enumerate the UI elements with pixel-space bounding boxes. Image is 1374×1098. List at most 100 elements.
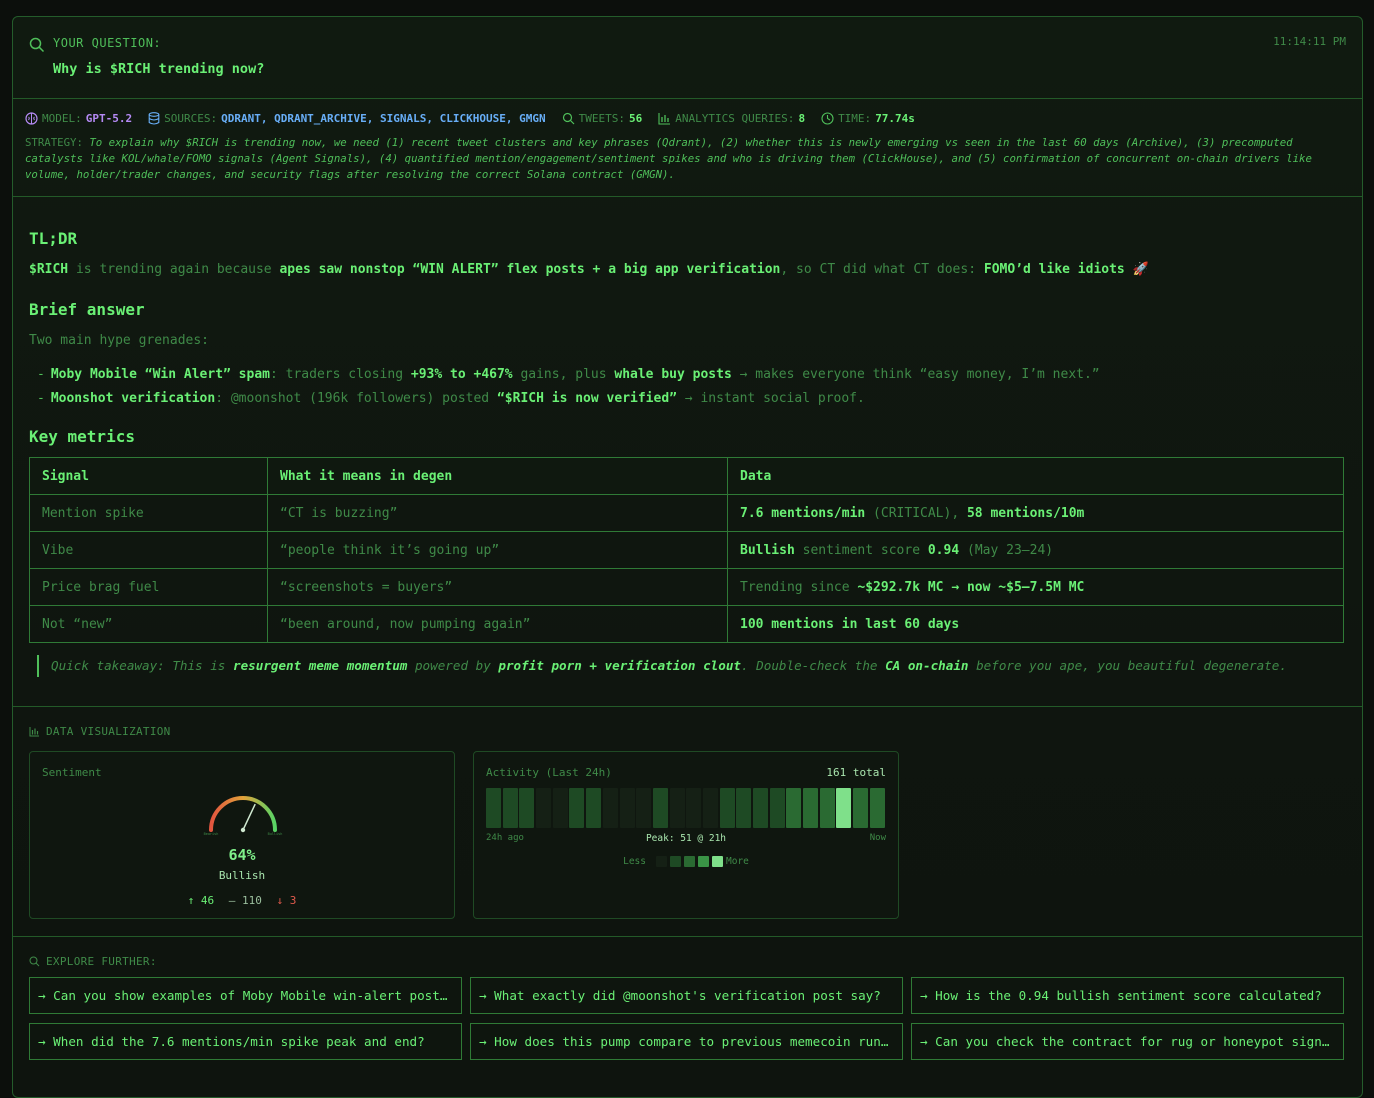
activity-hour-cell (853, 788, 869, 828)
activity-hour-cell (636, 788, 652, 828)
signal-cell: Mention spike (29, 494, 268, 532)
bullet-part: Moonshot verification (50, 391, 216, 406)
signal-cell: Price brag fuel (29, 568, 268, 606)
activity-total: 161 total (826, 766, 886, 779)
legend-less: Less (623, 856, 646, 867)
activity-hour-cell (836, 788, 852, 828)
table-row: Mention spike “CT is buzzing” 7.6 mentio… (29, 494, 1344, 532)
column-header: Signal (29, 457, 268, 495)
strategy-label: STRATEGY: (25, 136, 83, 149)
answer-panel: YOUR QUESTION: Why is $RICH trending now… (12, 16, 1363, 1098)
activity-hour-cell (586, 788, 602, 828)
brief-intro: Two main hype grenades: (29, 333, 210, 348)
bullish-count: ↑ 46 (187, 894, 215, 907)
bullet-part: Moby Mobile “Win Alert” spam (50, 367, 270, 382)
neutral-count: — 110 (228, 894, 262, 907)
sentiment-gauge: Bearish Bullish (204, 796, 283, 836)
data-part: 0.94 (927, 542, 960, 558)
table-row: Price brag fuel “screenshots = buyers” T… (29, 568, 1344, 606)
time-info: TIME: 77.74s (821, 112, 915, 125)
activity-hour-cell (602, 788, 618, 828)
tldr-part: is trending again because (68, 262, 280, 277)
activity-hour-cell (619, 788, 635, 828)
activity-card: Activity (Last 24h) 161 total 24h ago Pe… (473, 751, 899, 919)
search-icon (29, 37, 45, 53)
takeaway-part: before you ape, you beautiful degenerate… (968, 658, 1287, 673)
legend-more: More (726, 856, 749, 867)
data-part: Trending since (740, 579, 858, 595)
bullet-part: → makes everyone think “easy money, I’m … (731, 367, 1100, 382)
data-cell: Bullish sentiment score 0.94 (May 23–24) (727, 531, 1344, 569)
takeaway-part: . Double-check the (741, 658, 886, 673)
column-header: What it means in degen (267, 457, 728, 495)
gauge-right-label: Bullish (268, 832, 283, 836)
bullet-dash: - (37, 367, 45, 382)
sentiment-percent: 64% (228, 846, 256, 864)
sentiment-label: Sentiment (42, 766, 102, 779)
queries-info: ANALYTICS QUERIES: 8 (658, 112, 805, 125)
activity-hour-cell (652, 788, 668, 828)
table-row: Vibe “people think it’s going up” Bullis… (29, 531, 1344, 569)
followup-button[interactable]: → How is the 0.94 bullish sentiment scor… (911, 977, 1344, 1014)
data-part: (CRITICAL), (865, 505, 967, 521)
table-header-row: Signal What it means in degen Data (29, 457, 1344, 495)
activity-hour-cell (686, 788, 702, 828)
activity-hour-cell (552, 788, 568, 828)
metrics-table: Signal What it means in degen Data Menti… (29, 457, 1344, 643)
tldr-heading: TL;DR (29, 229, 78, 248)
data-part: (May 23–24) (959, 542, 1054, 558)
followup-button[interactable]: → How does this pump compare to previous… (470, 1023, 903, 1060)
followup-button[interactable]: → When did the 7.6 mentions/min spike pe… (29, 1023, 462, 1060)
search-icon (29, 956, 40, 967)
strategy-body: To explain why $RICH is trending now, we… (25, 136, 1312, 181)
activity-hour-cell (486, 788, 501, 828)
bullet-part: +93% to +467% (410, 367, 513, 382)
question-timestamp: 11:14:11 PM (1273, 35, 1346, 48)
data-cell: Trending since ~$292.7k MC → now ~$5–7.5… (727, 568, 1344, 606)
sources-value: QDRANT, QDRANT_ARCHIVE, SIGNALS, CLICKHO… (221, 112, 546, 125)
tldr-part: FOMO’d like idiots (983, 262, 1125, 277)
question-section: YOUR QUESTION: Why is $RICH trending now… (13, 17, 1362, 99)
data-part: 58 mentions/10m (966, 505, 1085, 521)
legend-swatch (683, 856, 695, 867)
sentiment-card: Sentiment Bearish Bullish 64% Bullish ↑ … (29, 751, 455, 919)
activity-heatmap (486, 788, 885, 828)
activity-peak: Peak: 51 @ 21h (645, 833, 727, 844)
followup-button[interactable]: → Can you check the contract for rug or … (911, 1023, 1344, 1060)
takeaway-part: CA on-chain (885, 658, 969, 673)
queries-label: ANALYTICS QUERIES: (675, 112, 795, 125)
model-label: MODEL: (42, 112, 82, 125)
activity-hour-cell (803, 788, 819, 828)
data-part: 7.6 mentions/min (740, 505, 866, 521)
data-part: Bullish (740, 542, 795, 558)
legend-swatch (669, 856, 681, 867)
bearish-count: ↓ 3 (276, 894, 297, 907)
activity-hour-cell (869, 788, 885, 828)
bar-chart-icon (658, 112, 671, 125)
activity-hour-cell (536, 788, 552, 828)
tldr-part: apes saw nonstop “WIN ALERT” flex posts … (279, 262, 781, 277)
bullet-part: “$RICH is now verified” (496, 391, 677, 406)
gauge-needle (242, 803, 256, 831)
brief-heading: Brief answer (29, 300, 145, 319)
followup-button[interactable]: → Can you show examples of Moby Mobile w… (29, 977, 462, 1014)
tweets-info: TWEETS: 56 (562, 112, 642, 125)
activity-hour-cell (819, 788, 835, 828)
bar-chart-icon (29, 726, 40, 737)
tldr-text: $RICH is trending again because apes saw… (29, 262, 1149, 277)
signal-cell: Vibe (29, 531, 268, 569)
meaning-cell: “CT is buzzing” (267, 494, 728, 532)
activity-hour-cell (719, 788, 735, 828)
data-part: ~$292.7k MC → now ~$5–7.5M MC (857, 579, 1085, 595)
sentiment-mood: Bullish (218, 869, 266, 882)
database-icon (148, 112, 160, 125)
activity-hour-cell (702, 788, 718, 828)
sources-info: SOURCES: QDRANT, QDRANT_ARCHIVE, SIGNALS… (148, 112, 546, 125)
tweets-label: TWEETS: (578, 112, 625, 125)
followup-button[interactable]: → What exactly did @moonshot's verificat… (470, 977, 903, 1014)
signal-cell: Not “new” (29, 605, 268, 643)
takeaway-part: Quick takeaway: This is (51, 658, 233, 673)
tldr-part: , so CT did what CT does: (780, 262, 984, 277)
bullet-part: whale buy posts (614, 367, 732, 382)
takeaway-part: resurgent meme momentum (232, 658, 408, 673)
